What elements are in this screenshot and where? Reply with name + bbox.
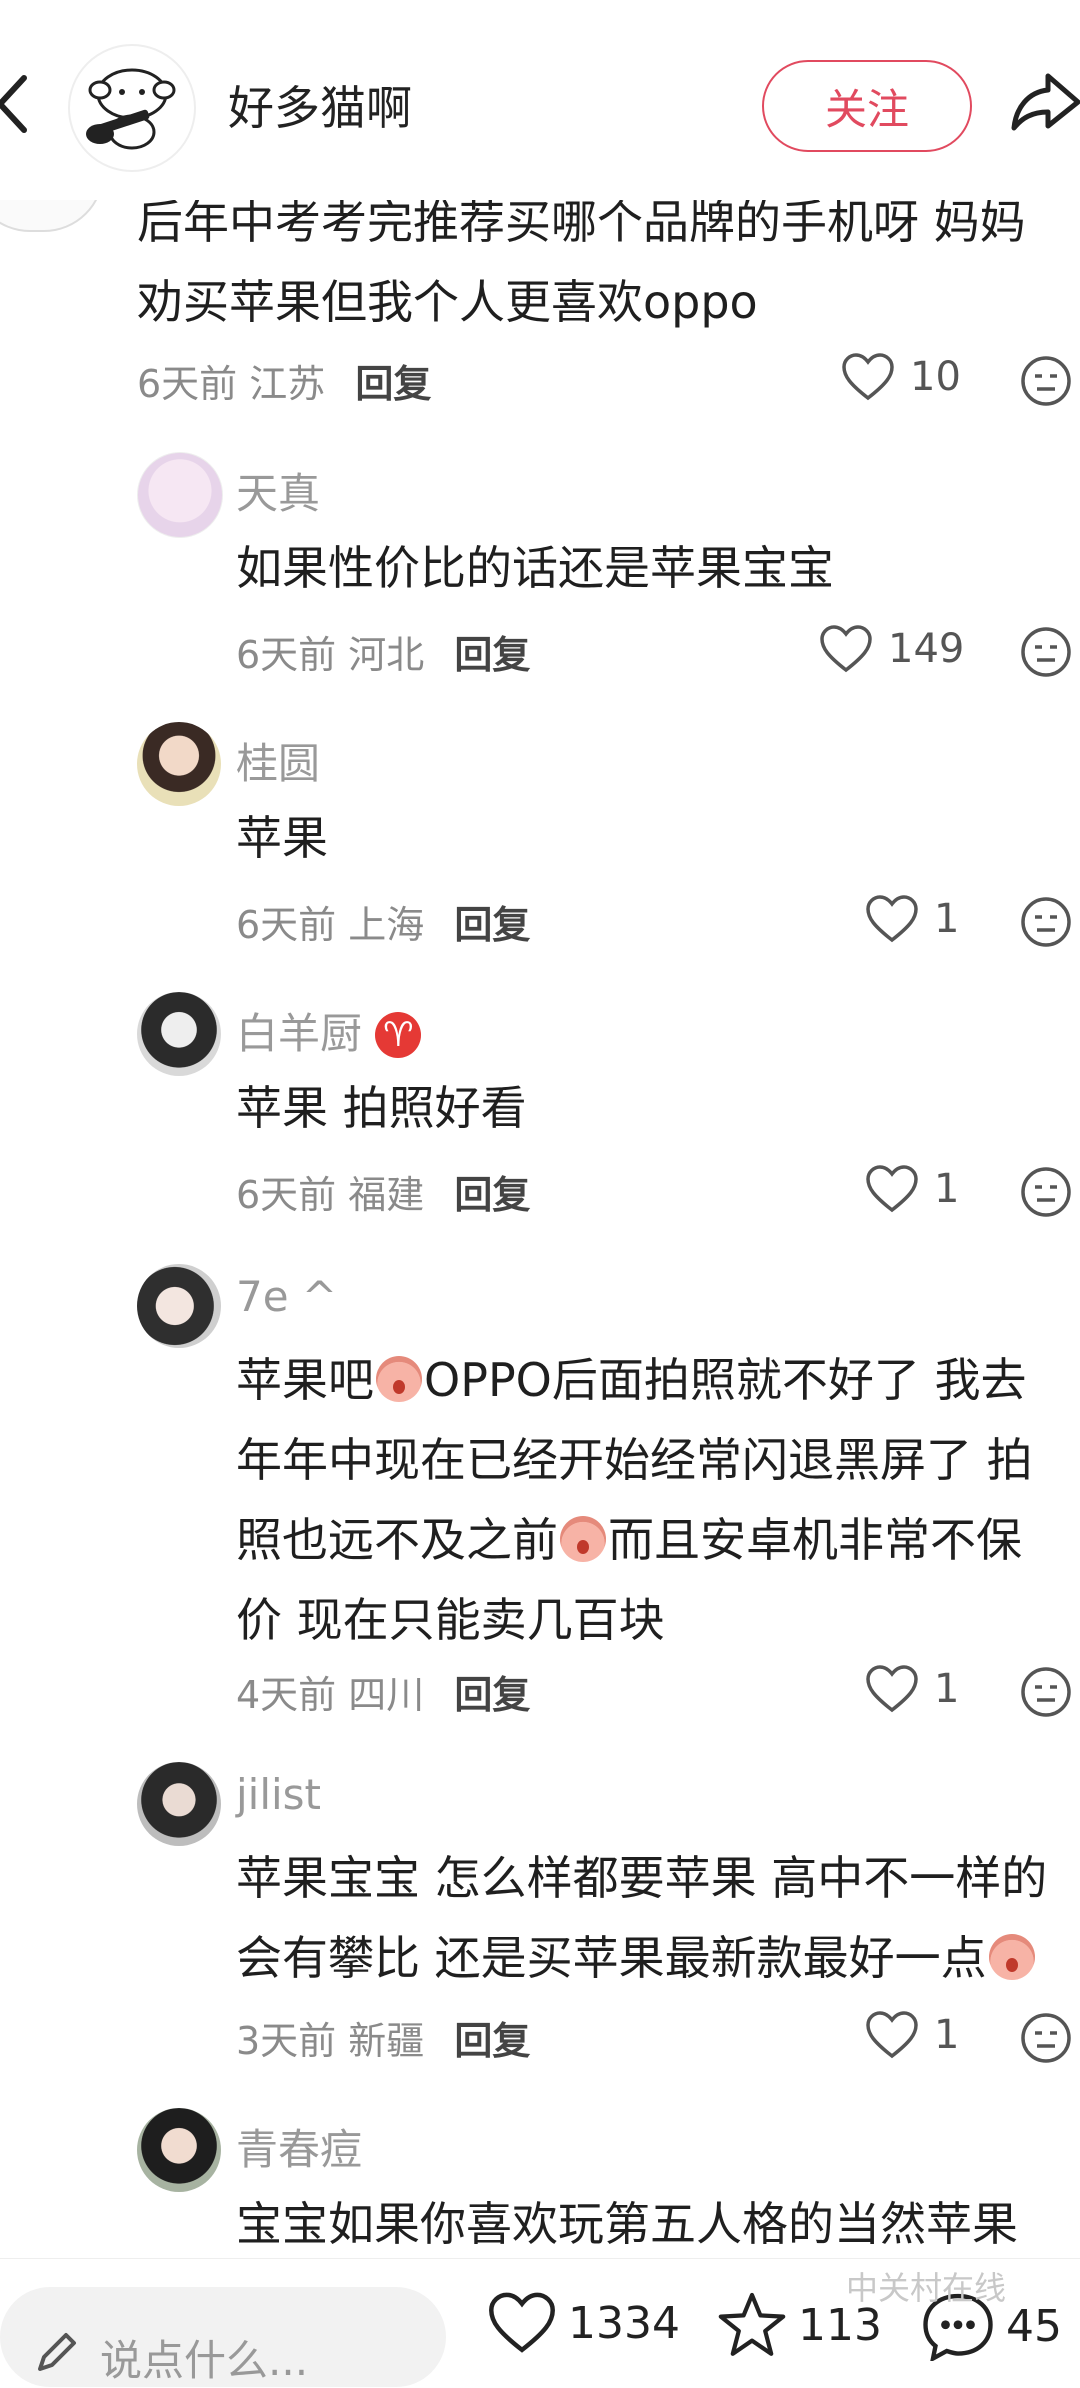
like-button[interactable]: 1	[864, 894, 959, 944]
reply-location: 新疆	[348, 2019, 425, 2063]
reply-text: 苹果	[236, 811, 328, 865]
like-button[interactable]: 149	[818, 624, 964, 674]
reply-button[interactable]: 回复	[355, 362, 431, 406]
note-comment-count: 45	[1006, 2300, 1062, 2352]
like-count: 1	[934, 1666, 960, 1712]
reply-username-text: 白羊厨	[236, 1009, 363, 1058]
reply-username[interactable]: 白羊厨 ♈	[236, 1000, 422, 1061]
watermark: 中关村在线	[846, 2269, 1007, 2307]
dislike-face-icon[interactable]	[1020, 1166, 1072, 1218]
reply-text: 宝宝如果你喜欢玩第五人格的当然苹果	[236, 2197, 1018, 2251]
like-button[interactable]: 1	[864, 1164, 959, 1214]
note-like-count: 1334	[568, 2297, 680, 2349]
reply-button[interactable]: 回复	[454, 1173, 530, 1217]
reply-avatar[interactable]	[137, 722, 221, 806]
dislike-face-icon[interactable]	[1020, 626, 1072, 678]
like-button[interactable]: 1	[864, 1664, 959, 1714]
reply-avatar[interactable]	[137, 1762, 221, 1846]
reply-text-part: 苹果宝宝 怎么样都要苹果 高中不一样的会有攀比 还是买苹果最新款最好一点	[236, 1851, 1048, 1985]
share-icon[interactable]	[1008, 62, 1080, 142]
reply-meta: 6天前 上海 回复	[236, 894, 530, 949]
reply-time: 3天前	[236, 2019, 337, 2063]
author-name[interactable]: 好多猫啊	[228, 72, 412, 138]
reply-meta: 3天前 新疆 回复	[236, 2010, 530, 2065]
dislike-face-icon[interactable]	[1020, 896, 1072, 948]
heart-icon	[842, 353, 894, 401]
dislike-face-icon[interactable]	[1020, 355, 1072, 407]
heart-icon	[866, 2011, 918, 2059]
reply-text: 苹果宝宝 怎么样都要苹果 高中不一样的会有攀比 还是买苹果最新款最好一点	[236, 1838, 1066, 1998]
reply-location: 上海	[348, 903, 425, 947]
comment-input-placeholder: 说点什么...	[100, 2336, 309, 2385]
reply-text-part: 苹果吧	[236, 1353, 374, 1407]
heart-icon	[866, 1665, 918, 1713]
reply-avatar[interactable]	[137, 1264, 221, 1348]
reply-button[interactable]: 回复	[454, 1673, 530, 1717]
like-button[interactable]: 10	[840, 352, 961, 402]
like-count: 1	[934, 1166, 960, 1212]
reply-username[interactable]: 桂圆	[236, 730, 320, 791]
reply-username[interactable]: 青春痘	[236, 2116, 362, 2177]
reply-text: 如果性价比的话还是苹果宝宝	[236, 541, 834, 595]
reply-meta: 6天前 福建 回复	[236, 1164, 530, 1219]
reply-location: 河北	[348, 633, 425, 677]
reply-avatar[interactable]	[137, 2108, 221, 2192]
reply-button[interactable]: 回复	[454, 2019, 530, 2063]
reply-meta: 4天前 四川 回复	[236, 1664, 530, 1719]
dislike-face-icon[interactable]	[1020, 2012, 1072, 2064]
dislike-face-icon[interactable]	[1020, 1666, 1072, 1718]
like-count: 1	[934, 896, 960, 942]
reply-username[interactable]: 7e ^	[236, 1272, 337, 1321]
comment-time: 6天前	[137, 362, 238, 406]
reply-location: 四川	[348, 1673, 425, 1717]
reply-time: 6天前	[236, 1173, 337, 1217]
reply-text: 苹果吧 OPPO后面拍照就不好了 我去年年中现在已经开始经常闪退黑屏了 拍照也远不…	[236, 1340, 1066, 1660]
reply-meta: 6天前 河北 回复	[236, 624, 530, 679]
comment-location: 江苏	[249, 362, 326, 406]
heart-icon	[866, 895, 918, 943]
heart-icon	[489, 2292, 555, 2353]
like-count: 149	[888, 626, 965, 672]
main-comment-meta: 6天前 江苏 回复	[137, 353, 431, 408]
crying-emoji-icon	[988, 1934, 1035, 1980]
star-icon	[718, 2292, 786, 2356]
reply-time: 6天前	[236, 903, 337, 947]
like-count: 1	[934, 2012, 960, 2058]
heart-icon	[866, 1165, 918, 1213]
heart-icon	[820, 625, 872, 673]
reply-avatar[interactable]	[137, 452, 223, 538]
back-chevron-icon[interactable]	[0, 72, 32, 136]
crying-emoji-icon	[560, 1516, 606, 1562]
like-count: 10	[910, 354, 961, 400]
reply-time: 4天前	[236, 1673, 337, 1717]
crying-emoji-icon	[376, 1356, 422, 1402]
note-like-button[interactable]: 1334	[486, 2291, 680, 2355]
reply-username[interactable]: 天真	[236, 460, 320, 521]
reply-text: 苹果 拍照好看	[236, 1081, 527, 1135]
comment-input[interactable]: 说点什么...	[0, 2287, 446, 2387]
reply-username[interactable]: jilist	[236, 1770, 321, 1819]
reply-button[interactable]: 回复	[454, 903, 530, 947]
reply-location: 福建	[348, 1173, 425, 1217]
bottom-action-bar: 说点什么... 1334 113 45 中关村在线	[0, 2258, 1080, 2387]
aries-badge-icon: ♈	[375, 1012, 422, 1058]
note-header: 好多猫啊 关注	[0, 0, 1080, 200]
author-avatar[interactable]	[68, 44, 196, 172]
like-button[interactable]: 1	[864, 2010, 959, 2060]
reply-button[interactable]: 回复	[454, 633, 530, 677]
pencil-icon	[38, 2333, 76, 2371]
reply-time: 6天前	[236, 633, 337, 677]
main-comment-text: 后年中考考完推荐买哪个品牌的手机呀 妈妈劝买苹果但我个人更喜欢oppo	[137, 195, 1026, 329]
follow-button[interactable]: 关注	[762, 60, 972, 152]
reply-avatar[interactable]	[137, 992, 221, 1076]
